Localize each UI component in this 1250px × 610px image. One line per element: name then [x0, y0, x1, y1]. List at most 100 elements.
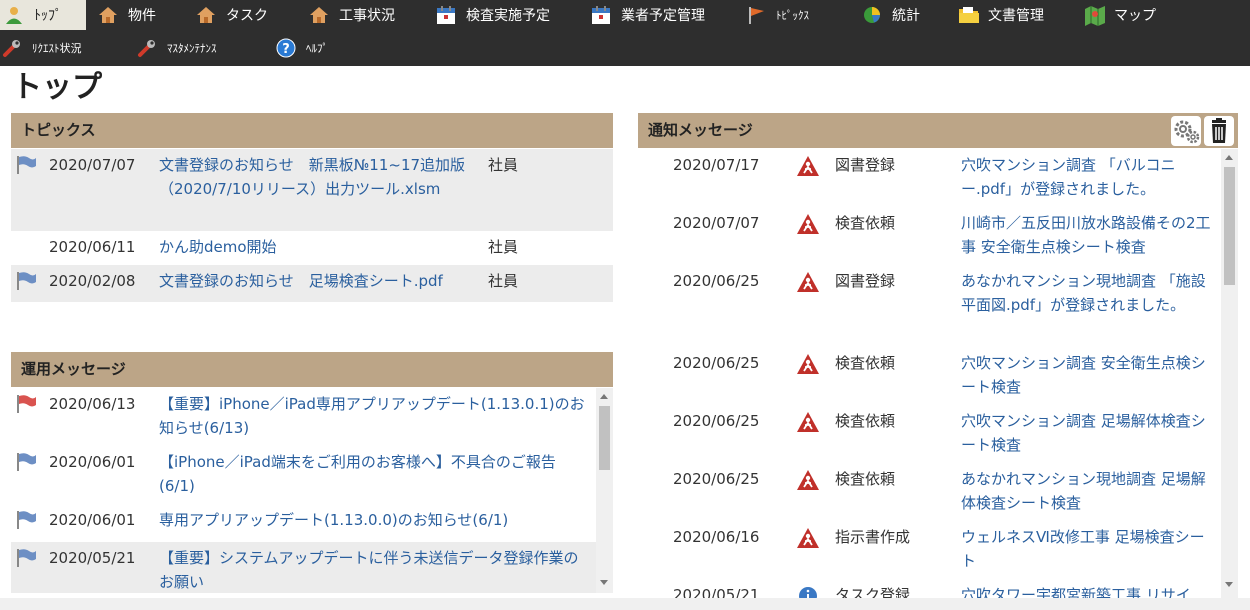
notices-scrollbar[interactable] [1221, 149, 1238, 598]
operation-row[interactable]: 2020/05/21 【重要】システムアップデートに伴う未送信データ登録作業のお… [11, 542, 596, 593]
notice-row[interactable]: 2020/06/25 検査依頼 穴吹マンション調査 安全衛生点検シート検査 [638, 347, 1221, 405]
topic-title-link[interactable]: 文書登録のお知らせ 足場検査シート.pdf [159, 269, 477, 293]
flag-icon [746, 5, 766, 25]
wrench-icon [2, 38, 22, 58]
notice-row[interactable]: 2020/06/25 検査依頼 穴吹マンション調査 足場解体検査シート検査 [638, 405, 1221, 463]
wrench-icon [137, 38, 157, 58]
topic-date: 2020/07/07 [49, 156, 136, 174]
notice-message-link[interactable]: ウェルネスⅥ改修工事 足場検査シート [961, 525, 1213, 573]
help-icon: ? [276, 38, 296, 58]
operation-title-link[interactable]: 専用アプリアップデート(1.13.0.0)のお知らせ(6/1) [159, 508, 585, 532]
operations-scrollbar[interactable] [596, 388, 613, 593]
blue-flag-icon [17, 272, 36, 290]
nav-label: 検査実施予定 [466, 8, 550, 24]
alert-person-icon [797, 272, 819, 292]
topic-title-link[interactable]: かん助demo開始 [159, 235, 477, 259]
blue-flag-icon [17, 511, 36, 529]
operation-date: 2020/06/01 [49, 511, 136, 529]
trash-icon [1212, 118, 1226, 143]
nav-label: ﾄｯﾌﾟ [34, 8, 62, 24]
gears-icon [1174, 120, 1200, 144]
operations-list: 2020/06/13 【重要】iPhone／iPad専用アプリアップデート(1.… [11, 388, 613, 593]
nav-label: 文書管理 [988, 8, 1044, 24]
notice-message-link[interactable]: 穴吹マンション調査 「バルコニー.pdf」が登録されました。 [961, 153, 1213, 201]
person-icon [4, 5, 24, 25]
notice-row[interactable]: 2020/05/21 タスク登録 穴吹タワー宇都宮新築工事 リサイ [638, 579, 1221, 598]
notice-category: タスク登録 [835, 586, 911, 598]
scroll-up-arrow[interactable] [1225, 155, 1233, 160]
notice-message-link[interactable]: あなかれマンション現地調査 足場解体検査シート検査 [961, 467, 1213, 515]
notice-message-link[interactable]: 穴吹マンション調査 安全衛生点検シート検査 [961, 351, 1213, 399]
topic-row[interactable]: 2020/02/08 文書登録のお知らせ 足場検査シート.pdf 社員 [11, 265, 613, 302]
notice-message-link[interactable]: あなかれマンション現地調査 「施設平面図.pdf」が登録されました。 [961, 269, 1213, 317]
notice-message-link[interactable]: 穴吹マンション調査 足場解体検査シート検査 [961, 409, 1213, 457]
house-icon [309, 5, 329, 25]
nav-item-construction-status[interactable]: 工事状況 [309, 0, 395, 30]
notice-category: 検査依頼 [835, 412, 896, 430]
folder-icon [958, 5, 979, 25]
nav-item-inspection-schedule[interactable]: 検査実施予定 [436, 0, 550, 30]
notices-list: 2020/07/17 図書登録 穴吹マンション調査 「バルコニー.pdf」が登録… [638, 149, 1238, 598]
nav-item-vendor-schedule[interactable]: 業者予定管理 [591, 0, 705, 30]
red-flag-icon [17, 395, 36, 413]
notice-date: 2020/06/25 [673, 354, 760, 372]
notice-date: 2020/07/07 [673, 214, 760, 232]
notice-row[interactable]: 2020/07/17 図書登録 穴吹マンション調査 「バルコニー.pdf」が登録… [638, 149, 1221, 207]
notice-row[interactable]: 2020/06/25 検査依頼 あなかれマンション現地調査 足場解体検査シート検… [638, 463, 1221, 521]
nav-item-request-status[interactable]: ﾘｸｴｽﾄ状況 [2, 33, 82, 63]
nav-item-master-maintenance[interactable]: ﾏｽﾀﾒﾝﾃﾅﾝｽ [137, 33, 217, 63]
operations-panel-header: 運用メッセージ [11, 352, 613, 387]
topic-row[interactable]: 2020/07/07 文書登録のお知らせ 新黒板№11~17追加版（2020/7… [11, 149, 613, 231]
notice-date: 2020/06/25 [673, 412, 760, 430]
notice-row[interactable]: 2020/06/16 指示書作成 ウェルネスⅥ改修工事 足場検査シート [638, 521, 1221, 579]
svg-text:?: ? [282, 42, 290, 57]
calendar-icon [591, 5, 611, 25]
blue-flag-icon [17, 549, 36, 567]
notice-message-link[interactable]: 穴吹タワー宇都宮新築工事 リサイ [961, 583, 1213, 598]
notice-category: 図書登録 [835, 156, 896, 174]
alert-person-icon [797, 354, 819, 374]
operation-row[interactable]: 2020/06/01 【iPhone／iPad端末をご利用のお客様へ】不具合のご… [11, 446, 596, 504]
topic-author: 社員 [488, 238, 519, 256]
nav-label: 統計 [892, 8, 920, 24]
operation-title-link[interactable]: 【重要】システムアップデートに伴う未送信データ登録作業のお願い [159, 546, 585, 593]
notice-message-link[interactable]: 川崎市／五反田川放水路設備その2工事 安全衛生点検シート検査 [961, 211, 1213, 259]
notice-row[interactable]: 2020/07/07 検査依頼 川崎市／五反田川放水路設備その2工事 安全衛生点… [638, 207, 1221, 265]
nav-label: ﾘｸｴｽﾄ状況 [32, 42, 82, 55]
operation-row[interactable]: 2020/06/13 【重要】iPhone／iPad専用アプリアップデート(1.… [11, 388, 596, 446]
operation-title-link[interactable]: 【iPhone／iPad端末をご利用のお客様へ】不具合のご報告(6/1) [159, 450, 585, 498]
nav-item-task[interactable]: タスク [196, 0, 268, 30]
topic-row[interactable]: 2020/06/11 かん助demo開始 社員 [11, 231, 613, 265]
nav-label: タスク [226, 8, 268, 24]
alert-person-icon [797, 528, 819, 548]
house-icon [196, 5, 216, 25]
nav-item-document-management[interactable]: 文書管理 [958, 0, 1044, 30]
page-title: トップ [12, 70, 102, 105]
operation-row[interactable]: 2020/06/01 専用アプリアップデート(1.13.0.0)のお知らせ(6/… [11, 504, 596, 542]
page-horizontal-scrollbar[interactable] [0, 598, 1250, 610]
nav-item-map[interactable]: マップ [1084, 0, 1156, 30]
notices-panel-header: 通知メッセージ [638, 113, 1238, 148]
scrollbar-thumb[interactable] [1224, 167, 1235, 285]
settings-button[interactable] [1171, 116, 1201, 146]
nav-item-topics[interactable]: ﾄﾋﾟｯｸｽ [746, 0, 809, 30]
nav-label: 業者予定管理 [621, 8, 705, 24]
nav-item-top[interactable]: ﾄｯﾌﾟ [0, 0, 86, 30]
operation-title-link[interactable]: 【重要】iPhone／iPad専用アプリアップデート(1.13.0.1)のお知ら… [159, 392, 585, 440]
notice-date: 2020/06/25 [673, 272, 760, 290]
notice-date: 2020/05/21 [673, 586, 760, 598]
notice-row[interactable]: 2020/06/25 図書登録 あなかれマンション現地調査 「施設平面図.pdf… [638, 265, 1221, 347]
operation-date: 2020/06/01 [49, 453, 136, 471]
scroll-up-arrow[interactable] [600, 394, 608, 399]
info-icon [799, 587, 817, 598]
topic-title-link[interactable]: 文書登録のお知らせ 新黒板№11~17追加版（2020/7/10リリース）出力ツ… [159, 153, 477, 201]
notice-category: 図書登録 [835, 272, 896, 290]
nav-item-statistics[interactable]: 統計 [862, 0, 920, 30]
scrollbar-thumb[interactable] [599, 406, 610, 470]
nav-item-property[interactable]: 物件 [98, 0, 156, 30]
scroll-down-arrow[interactable] [600, 580, 608, 585]
scroll-down-arrow[interactable] [1225, 582, 1233, 587]
nav-item-help[interactable]: ? ﾍﾙﾌﾟ [276, 33, 328, 63]
calendar-icon [436, 5, 456, 25]
delete-button[interactable] [1204, 116, 1234, 146]
